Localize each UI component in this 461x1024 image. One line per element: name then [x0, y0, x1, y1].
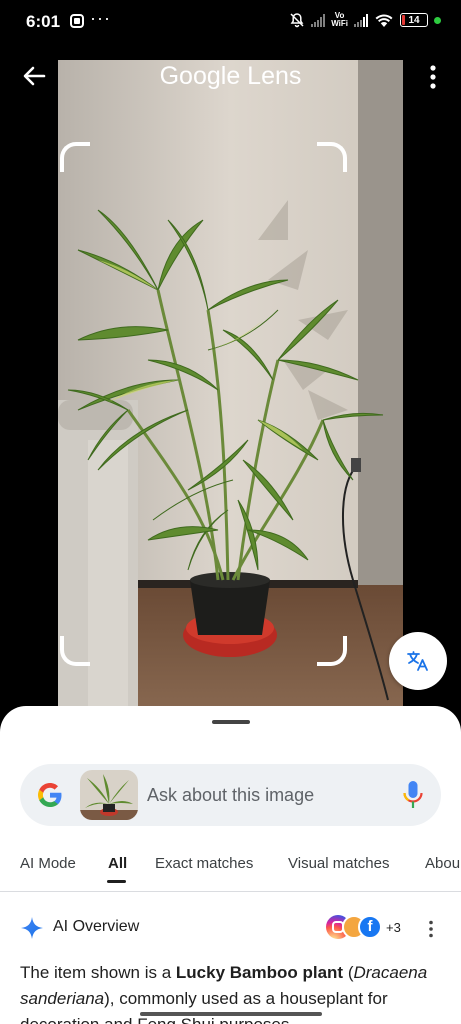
crop-handle-top-right[interactable] [317, 142, 347, 172]
privacy-indicator-dot [434, 16, 441, 24]
status-bar: 6:01 ··· Vo WiFi 14 [0, 0, 461, 44]
overview-text-part: ( [343, 963, 354, 982]
crop-handle-bottom-left[interactable] [60, 636, 90, 666]
home-indicator[interactable] [140, 1012, 322, 1016]
google-g-icon [38, 783, 62, 807]
facebook-icon: f [358, 915, 382, 939]
results-sheet: Ask about this image AI Mode All Exact m… [0, 706, 461, 1024]
battery-icon: 14 [400, 13, 428, 27]
result-tabs: AI Mode All Exact matches Visual matches… [0, 846, 461, 892]
more-notifications-icon: ··· [90, 8, 111, 28]
plant-photo-image [58, 60, 403, 720]
image-thumbnail[interactable] [80, 770, 138, 820]
source-icons[interactable]: f [326, 914, 386, 940]
vowifi-bottom-label: WiFi [331, 19, 348, 28]
tab-about[interactable]: Abou [425, 855, 460, 872]
signal-icon-2 [354, 13, 368, 27]
ai-overview-label: AI Overview [53, 918, 140, 935]
overview-text-part: The item shown is a [20, 963, 176, 982]
more-vert-icon[interactable] [427, 64, 439, 90]
translate-button[interactable] [389, 632, 447, 690]
drag-handle[interactable] [212, 720, 250, 724]
tab-visual-matches[interactable]: Visual matches [288, 855, 389, 872]
page-title: Google Lens [159, 62, 302, 90]
notification-app-icon [70, 14, 84, 28]
ai-sparkle-icon [21, 917, 43, 939]
ai-overview-more-icon[interactable] [427, 920, 435, 938]
ai-overview-header: AI Overview f +3 [0, 914, 461, 944]
battery-fill [402, 15, 406, 25]
tab-all[interactable]: All [108, 855, 127, 872]
overview-text-part: ), commonly used as a houseplant for [104, 989, 388, 1008]
overview-plant-name: Lucky Bamboo plant [175, 963, 344, 982]
battery-level: 14 [408, 14, 420, 26]
wifi-icon [375, 14, 393, 27]
signal-icon [311, 13, 326, 27]
source-count[interactable]: +3 [386, 920, 401, 935]
mic-icon[interactable] [402, 780, 424, 810]
active-tab-indicator [107, 880, 126, 883]
bell-muted-icon [290, 13, 304, 28]
translate-icon [407, 651, 428, 671]
plant-photo[interactable] [58, 60, 403, 720]
search-bar[interactable]: Ask about this image [20, 764, 441, 826]
search-input[interactable]: Ask about this image [147, 785, 314, 806]
tab-ai-mode[interactable]: AI Mode [20, 855, 76, 872]
vowifi-icon: Vo WiFi [331, 12, 348, 28]
status-icons: Vo WiFi 14 [289, 12, 441, 28]
status-time: 6:01 [26, 12, 61, 31]
tab-exact-matches[interactable]: Exact matches [155, 855, 253, 872]
crop-handle-top-left[interactable] [60, 142, 90, 172]
overview-text-part: decoration and Feng Shui purposes [20, 1015, 289, 1024]
